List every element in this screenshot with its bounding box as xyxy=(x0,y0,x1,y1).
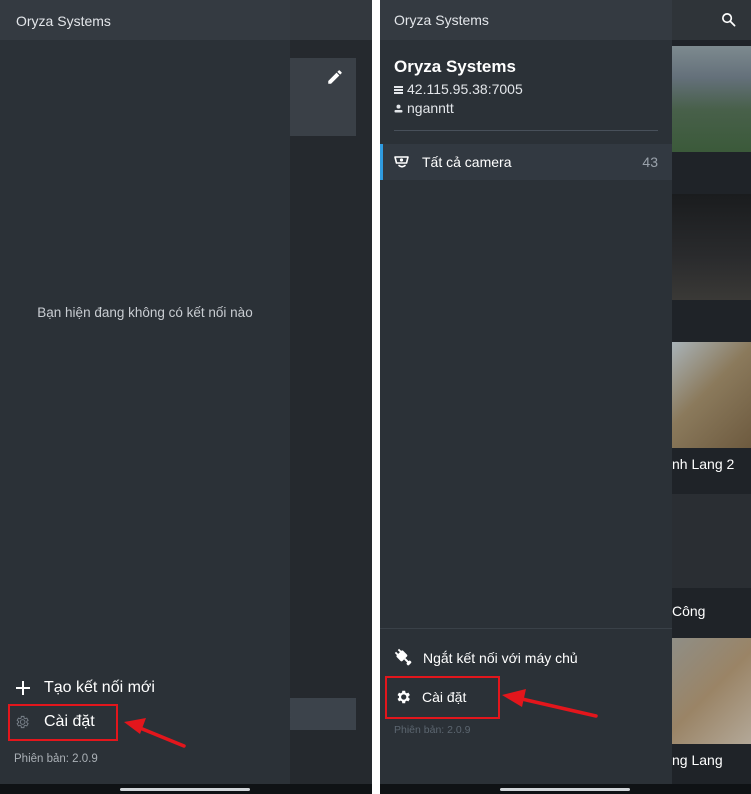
drawer-header: Oryza Systems xyxy=(380,0,672,40)
all-cameras-label: Tất cả camera xyxy=(422,154,512,170)
new-connection-button[interactable]: Tạo kết nối mới xyxy=(14,676,155,700)
search-icon[interactable] xyxy=(721,12,736,27)
server-address-text: 42.115.95.38:7005 xyxy=(407,81,523,97)
camera-name-label: nh Lang 2 xyxy=(672,456,735,472)
brand-title: Oryza Systems xyxy=(16,13,111,29)
camera-icon xyxy=(394,156,409,168)
selected-indicator xyxy=(380,144,383,180)
home-indicator[interactable] xyxy=(500,788,630,791)
edit-icon[interactable] xyxy=(326,68,344,86)
camera-thumbnail[interactable] xyxy=(672,194,751,300)
disconnect-label: Ngắt kết nối với máy chủ xyxy=(423,650,578,666)
divider xyxy=(394,130,658,131)
brand-title: Oryza Systems xyxy=(394,12,489,28)
navigation-drawer: Oryza Systems Oryza Systems 42.115.95.38… xyxy=(380,0,672,784)
system-navigation-bar xyxy=(380,784,751,794)
disconnect-server-button[interactable]: Ngắt kết nối với máy chủ xyxy=(394,648,578,668)
version-text: Phiên bản: 2.0.9 xyxy=(394,724,471,736)
background-card xyxy=(290,58,356,136)
server-address: 42.115.95.38:7005 xyxy=(394,81,523,97)
version-text: Phiên bản: 2.0.9 xyxy=(14,753,98,765)
plug-icon xyxy=(394,648,412,666)
camera-name-label: ng Lang xyxy=(672,752,723,768)
new-connection-label: Tạo kết nối mới xyxy=(44,679,155,696)
navigation-drawer: Oryza Systems Bạn hiện đang không có kết… xyxy=(0,0,290,784)
camera-thumbnail[interactable] xyxy=(672,494,751,588)
right-screen: nh Lang 2 Công ng Lang Oryza Systems Ory… xyxy=(380,0,751,794)
camera-thumbnail[interactable] xyxy=(672,342,751,448)
camera-count: 43 xyxy=(642,154,658,170)
drawer-header: Oryza Systems xyxy=(0,0,290,40)
server-icon xyxy=(394,85,403,94)
camera-thumbnail[interactable] xyxy=(672,46,751,152)
background-bar: ‹ xyxy=(286,698,356,730)
camera-name-label: Công xyxy=(672,603,706,619)
server-username: nganntt xyxy=(394,100,454,116)
highlight-box xyxy=(8,704,118,741)
highlight-box xyxy=(385,676,500,719)
username-text: nganntt xyxy=(407,100,454,116)
empty-connections-message: Bạn hiện đang không có kết nối nào xyxy=(37,305,253,320)
left-screen: ‹ Oryza Systems Bạn hiện đang không có k… xyxy=(0,0,372,794)
divider xyxy=(380,628,672,629)
camera-thumbnail[interactable] xyxy=(672,638,751,744)
server-name: Oryza Systems xyxy=(394,57,516,76)
user-icon xyxy=(394,104,403,112)
plus-icon xyxy=(16,681,30,695)
home-indicator[interactable] xyxy=(120,788,250,791)
system-navigation-bar xyxy=(0,784,372,794)
all-cameras-item[interactable]: Tất cả camera 43 xyxy=(380,144,672,180)
